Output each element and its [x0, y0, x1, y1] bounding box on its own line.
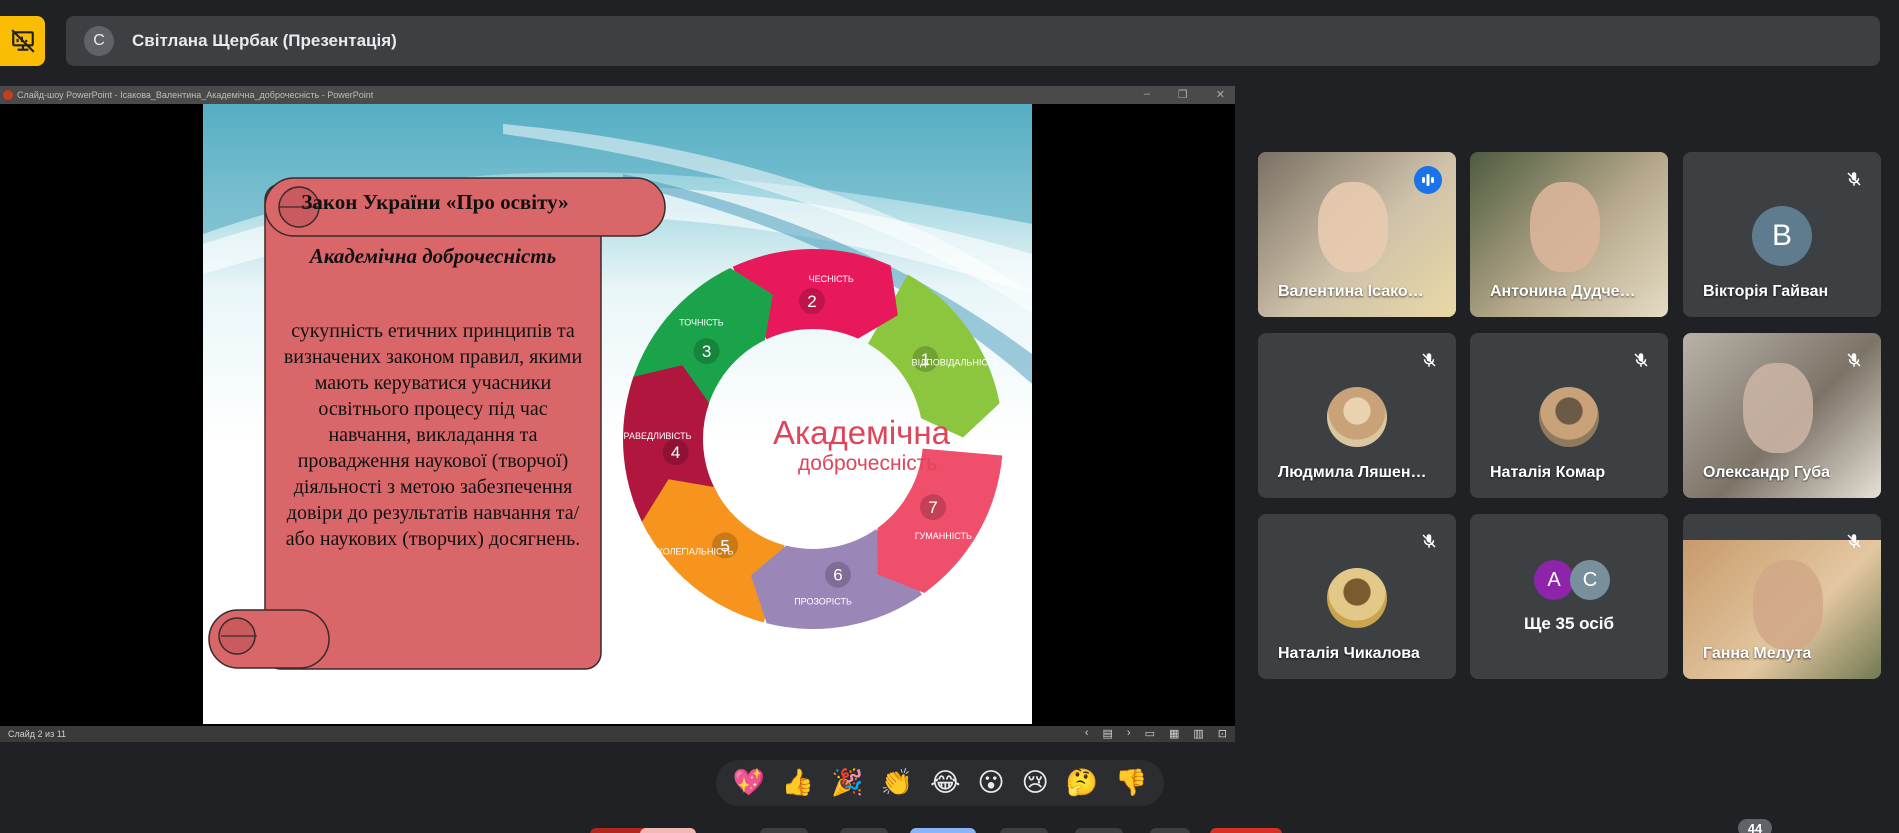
avatar: С: [1570, 560, 1610, 600]
reaction-4[interactable]: 👏: [881, 770, 913, 796]
cycle-title: Академічна: [773, 414, 950, 451]
powerpoint-icon: [3, 90, 13, 100]
mic-off-icon: [1841, 528, 1867, 554]
mic-off-icon: [1841, 347, 1867, 373]
reaction-2[interactable]: 👍: [782, 770, 814, 796]
avatar: [1539, 387, 1599, 447]
restore-icon: ❐: [1177, 89, 1188, 101]
presenter-bar: С Світлана Щербак (Презентація): [66, 16, 1880, 66]
avatar: [1327, 568, 1387, 628]
participant-face: [1743, 363, 1813, 453]
meet-window: С Світлана Щербак (Презентація) Слайд-шо…: [0, 0, 1899, 833]
reading-view-icon: ▥: [1193, 728, 1204, 740]
controls-peek-7: [1075, 828, 1123, 833]
controls-peek-4: [840, 828, 888, 833]
controls-peek-2: [640, 828, 696, 833]
controls-peek-5: [910, 828, 976, 833]
cycle-number-7: 7: [928, 498, 937, 517]
reaction-7[interactable]: 😢: [1022, 770, 1049, 796]
reaction-5[interactable]: 😂: [930, 770, 960, 796]
cycle-label-7: ГУМАННІСТЬ: [915, 531, 972, 541]
reaction-3[interactable]: 🎉: [831, 770, 863, 796]
participant-tile[interactable]: Наталія Чикалова: [1258, 514, 1456, 679]
controls-peek-6: [1000, 828, 1048, 833]
reactions-bar: 💖 👍 🎉 👏 😂 😮 😢 🤔 👎: [716, 760, 1164, 806]
more-participants-avatars: АС: [1534, 560, 1610, 600]
mic-off-icon: [1416, 528, 1442, 554]
minimize-icon: –: [1143, 88, 1150, 100]
participant-tile[interactable]: В Вікторія Гайван: [1683, 152, 1881, 317]
cycle-label-2: ЧЕСНІСТЬ: [809, 274, 854, 284]
controls-peek-3: [760, 828, 808, 833]
close-icon: ✕: [1215, 89, 1225, 101]
presenter-name: Світлана Щербак (Презентація): [132, 31, 397, 50]
cycle-label-5: КОЛЕГІАЛЬНІСТЬ: [658, 547, 734, 557]
slide-menu-icon: ▤: [1102, 728, 1113, 740]
mic-off-icon: [1841, 166, 1867, 192]
normal-view-icon: ▭: [1144, 728, 1155, 740]
prev-slide-icon: ‹: [1084, 727, 1089, 739]
participant-tile[interactable]: А С Ще 35 осіб: [1470, 514, 1668, 679]
participant-name: Наталія Комар: [1490, 464, 1606, 481]
avatar: В: [1752, 206, 1812, 266]
participant-tile[interactable]: Людмила Ляшен…: [1258, 333, 1456, 498]
mic-off-icon: [1628, 347, 1654, 373]
shared-screen: Слайд-шоу PowerPoint - Ісакова_Валентина…: [0, 86, 1235, 742]
participant-name: Наталія Чикалова: [1278, 645, 1420, 662]
cycle-label-4: СПРАВЕДЛИВІСТЬ: [613, 431, 692, 441]
participant-count-badge[interactable]: 44: [1738, 819, 1772, 833]
sorter-view-icon: ▦: [1168, 728, 1180, 740]
cycle-number-4: 4: [671, 443, 680, 462]
participant-face: [1753, 560, 1823, 650]
participant-name: Вікторія Гайван: [1703, 283, 1829, 300]
more-participants-label: Ще 35 осіб: [1524, 614, 1614, 633]
cycle-number-6: 6: [833, 566, 842, 585]
presentation-off-icon: [10, 29, 35, 53]
ppt-navigation: ‹ ▤ › ▭ ▦ ▥ ⊡: [1085, 727, 1227, 740]
stop-presenting-button[interactable]: [0, 16, 45, 66]
ppt-title-text: Слайд-шоу PowerPoint - Ісакова_Валентина…: [17, 90, 374, 100]
participant-name: Антонина Дудче…: [1490, 283, 1636, 300]
participant-tile[interactable]: Валентина Ісако…: [1258, 152, 1456, 317]
ppt-window-controls: – ❐ ✕: [1144, 88, 1225, 101]
ppt-titlebar: Слайд-шоу PowerPoint - Ісакова_Валентина…: [0, 86, 1235, 104]
reaction-9[interactable]: 👎: [1115, 770, 1147, 796]
participant-tile[interactable]: Ганна Мелута: [1683, 514, 1881, 679]
mic-off-icon: [1416, 347, 1442, 373]
participant-name: Валентина Ісако…: [1278, 283, 1424, 300]
cycle-label-1: ВІДПОВІДАЛЬНІСТЬ: [912, 358, 999, 368]
reaction-1[interactable]: 💖: [733, 770, 765, 796]
slide-title: Закон України «Про освіту»: [301, 190, 569, 214]
presenter-avatar: С: [84, 26, 114, 56]
reaction-8[interactable]: 🤔: [1066, 770, 1098, 796]
cycle-subtitle: доброчесність: [798, 452, 938, 475]
avatar: [1327, 387, 1387, 447]
cycle-label-6: ПРОЗОРІСТЬ: [794, 597, 852, 607]
next-slide-icon: ›: [1126, 727, 1131, 739]
slide-subtitle: Академічна доброчесність: [309, 244, 557, 268]
participant-tile[interactable]: Олександр Губа: [1683, 333, 1881, 498]
avatar: А: [1534, 560, 1574, 600]
cycle-label-3: ТОЧНІСТЬ: [679, 318, 724, 328]
slide: Закон України «Про освіту» Академічна до…: [203, 104, 1032, 724]
participant-name: Ганна Мелута: [1703, 645, 1812, 662]
participant-tile[interactable]: Антонина Дудче…: [1470, 152, 1668, 317]
slide-definition: сукупність етичних принципів та визначен…: [283, 320, 583, 550]
participant-name: Олександр Губа: [1703, 464, 1831, 481]
slideshow-view-icon: ⊡: [1217, 728, 1227, 740]
speaking-indicator-icon: [1414, 166, 1442, 194]
controls-peek-8: [1150, 828, 1190, 833]
participant-name: Людмила Ляшен…: [1278, 464, 1427, 481]
reaction-6[interactable]: 😮: [977, 770, 1004, 796]
participant-tile[interactable]: Наталія Комар: [1470, 333, 1668, 498]
slide-counter: Слайд 2 из 11: [8, 729, 67, 739]
cycle-number-2: 2: [807, 292, 816, 311]
participant-face: [1318, 182, 1388, 272]
participant-face: [1530, 182, 1600, 272]
ppt-statusbar: Слайд 2 из 11 ‹ ▤ › ▭ ▦ ▥ ⊡: [0, 726, 1235, 742]
leave-call-peek: [1210, 828, 1282, 833]
cycle-number-3: 3: [702, 342, 711, 361]
